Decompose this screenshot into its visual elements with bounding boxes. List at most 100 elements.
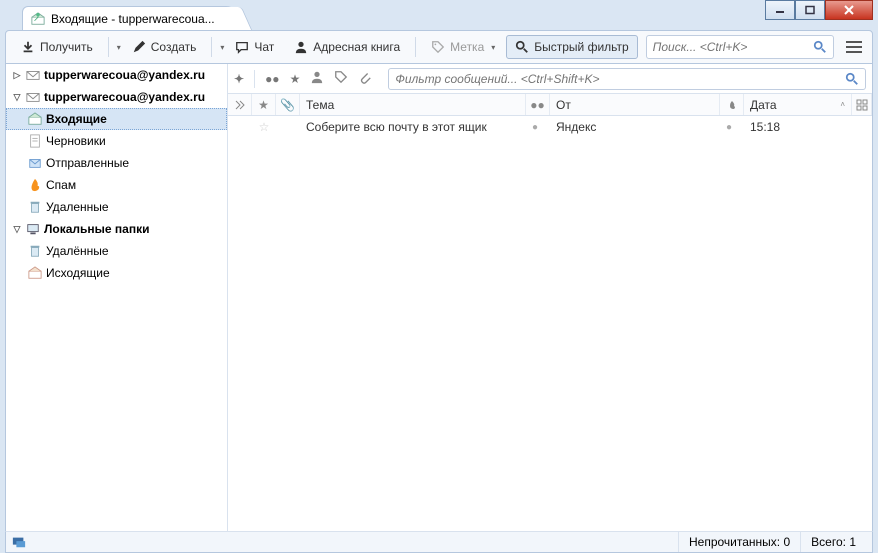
folder-drafts[interactable]: Черновики — [6, 130, 227, 152]
twisty-icon[interactable]: ▽ — [12, 92, 22, 103]
folder-spam[interactable]: Спам — [6, 174, 227, 196]
message-pane: ✦ ●● ★ ★ 📎 Тема ●● От Дата˄ — [228, 64, 872, 533]
status-bar: Непрочитанных: 0 Всего: 1 — [5, 531, 873, 553]
folder-label: Исходящие — [46, 266, 110, 280]
col-read[interactable]: ●● — [526, 94, 550, 115]
quick-filter-label: Быстрый фильтр — [534, 40, 628, 54]
folder-label: Спам — [46, 178, 76, 192]
flame-icon — [28, 178, 42, 192]
minimize-button[interactable] — [765, 0, 795, 20]
col-junk[interactable] — [720, 94, 744, 115]
app-menu-button[interactable] — [842, 35, 866, 59]
address-book-button[interactable]: Адресная книга — [285, 35, 409, 59]
local-folders[interactable]: ▽ Локальные папки — [6, 218, 227, 240]
separator — [415, 37, 416, 57]
chat-icon — [235, 40, 249, 54]
account-item[interactable]: ▷ tupperwarecoua@yandex.ru — [6, 64, 227, 86]
thread-cell — [228, 116, 252, 138]
search-input[interactable] — [653, 40, 813, 54]
outbox-icon — [28, 266, 42, 280]
col-thread[interactable] — [228, 94, 252, 115]
folder-local-trash[interactable]: Удалённые — [6, 240, 227, 262]
folder-label: Удаленные — [46, 200, 109, 214]
col-date-label: Дата — [750, 98, 777, 112]
get-mail-label: Получить — [40, 40, 93, 54]
tab-strip: Входящие - tupperwarecoua... — [0, 0, 878, 30]
folder-label: Входящие — [46, 112, 107, 126]
col-subject-label: Тема — [306, 98, 334, 112]
col-from[interactable]: От — [550, 94, 720, 115]
chat-label: Чат — [254, 40, 274, 54]
get-mail-dropdown[interactable]: ▾ — [117, 43, 121, 52]
trash-icon — [28, 200, 42, 214]
tag-icon — [431, 40, 445, 54]
junk-cell[interactable]: ● — [720, 116, 744, 138]
search-icon[interactable] — [845, 72, 859, 86]
total-count: Всего: 1 — [800, 532, 866, 552]
computer-icon — [26, 222, 40, 236]
filter-input[interactable] — [395, 72, 845, 86]
quick-filter-button[interactable]: Быстрый фильтр — [506, 35, 637, 59]
inbox-tab-icon — [31, 12, 45, 26]
account-label: tupperwarecoua@yandex.ru — [44, 90, 205, 104]
message-row[interactable]: ☆ Соберите всю почту в этот ящик ● Яндек… — [228, 116, 872, 138]
create-dropdown[interactable]: ▾ — [220, 43, 224, 52]
chevron-down-icon: ▾ — [491, 43, 495, 52]
chat-button[interactable]: Чат — [226, 35, 283, 59]
star-cell[interactable]: ☆ — [252, 116, 276, 138]
trash-icon — [28, 244, 42, 258]
twisty-icon[interactable]: ▽ — [12, 224, 22, 235]
account-item[interactable]: ▽ tupperwarecoua@yandex.ru — [6, 86, 227, 108]
main-area: ▷ tupperwarecoua@yandex.ru ▽ tupperwarec… — [5, 64, 873, 534]
col-from-label: От — [556, 98, 571, 112]
global-search[interactable] — [646, 35, 834, 59]
download-icon — [21, 40, 35, 54]
window-controls — [765, 0, 873, 20]
col-subject[interactable]: Тема — [300, 94, 526, 115]
address-book-label: Адресная книга — [313, 40, 400, 54]
folder-label: Отправленные — [46, 156, 129, 170]
filter-attachment-icon[interactable] — [358, 70, 372, 87]
inbox-icon — [28, 112, 42, 126]
attachment-cell — [276, 116, 300, 138]
tab-inbox[interactable]: Входящие - tupperwarecoua... — [22, 6, 240, 30]
get-mail-button[interactable]: Получить — [12, 35, 102, 59]
folder-outbox[interactable]: Исходящие — [6, 262, 227, 284]
date-cell: 15:18 — [744, 116, 852, 138]
tag-label: Метка — [450, 40, 484, 54]
folder-label: Удалённые — [46, 244, 109, 258]
sort-indicator-icon: ˄ — [840, 100, 845, 109]
account-label: tupperwarecoua@yandex.ru — [44, 68, 205, 82]
local-folders-label: Локальные папки — [44, 222, 150, 236]
main-toolbar: Получить ▾ Создать ▾ Чат Адресная книга … — [5, 30, 873, 64]
folder-inbox[interactable]: Входящие — [6, 108, 227, 130]
separator — [254, 70, 255, 88]
maximize-button[interactable] — [795, 0, 825, 20]
create-button[interactable]: Создать — [123, 35, 206, 59]
col-star[interactable]: ★ — [252, 94, 276, 115]
document-icon — [28, 134, 42, 148]
filter-tag-icon[interactable] — [334, 70, 348, 87]
column-picker[interactable] — [852, 94, 872, 115]
filter-star-icon[interactable]: ★ — [290, 72, 301, 86]
message-filter[interactable] — [388, 68, 866, 90]
from-cell: Яндекс — [550, 116, 720, 138]
folder-sent[interactable]: Отправленные — [6, 152, 227, 174]
filter-contact-icon[interactable] — [310, 70, 324, 87]
folder-trash[interactable]: Удаленные — [6, 196, 227, 218]
mail-icon — [26, 90, 40, 104]
twisty-icon[interactable]: ▷ — [12, 70, 22, 81]
create-label: Создать — [151, 40, 197, 54]
activity-icon[interactable] — [12, 535, 26, 549]
subject-cell: Соберите всю почту в этот ящик — [300, 116, 526, 138]
unread-count: Непрочитанных: 0 — [678, 532, 800, 552]
read-cell[interactable]: ● — [526, 116, 550, 138]
close-button[interactable] — [825, 0, 873, 20]
col-attachment[interactable]: 📎 — [276, 94, 300, 115]
filter-unread-icon[interactable]: ●● — [265, 72, 280, 86]
col-date[interactable]: Дата ˄ — [744, 94, 852, 115]
separator — [211, 37, 212, 57]
search-icon[interactable] — [813, 40, 827, 54]
tag-button[interactable]: Метка ▾ — [422, 35, 504, 59]
show-unread-icon[interactable]: ✦ — [234, 72, 244, 86]
